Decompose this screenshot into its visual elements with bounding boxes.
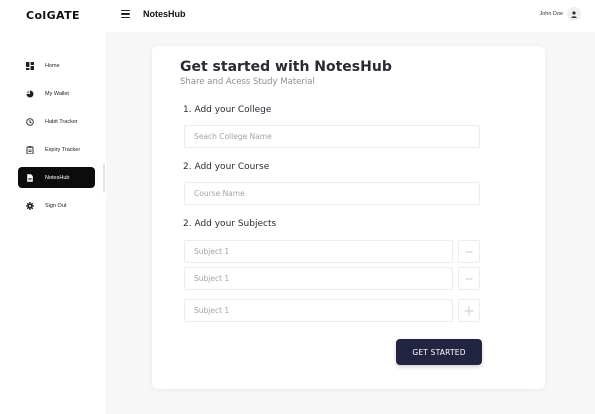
sidebar-item-sign-out[interactable]: Sign Out xyxy=(18,195,95,216)
subjects-label: 2. Add your Subjects xyxy=(183,219,277,229)
course-label: 2. Add your Course xyxy=(183,162,270,172)
sidebar-item-label: Home xyxy=(45,62,60,69)
dashboard-icon xyxy=(26,61,34,70)
sidebar-item-my-wallet[interactable]: My Wallet xyxy=(18,83,95,104)
course-name-input[interactable] xyxy=(184,182,480,205)
sidebar-item-home[interactable]: Home xyxy=(18,55,95,76)
sidebar-scrollbar[interactable] xyxy=(103,163,105,193)
college-search-input[interactable] xyxy=(184,125,480,148)
sidebar-item-label: Habit Tracker xyxy=(45,118,78,125)
top-bar: ColGATE NotesHub John Doe xyxy=(0,0,595,32)
user-menu[interactable]: John Doe xyxy=(539,7,581,21)
sidebar-item-expiry-tracker[interactable]: Expiry Tracker xyxy=(18,139,95,160)
subject-input[interactable] xyxy=(184,267,453,290)
app-logo[interactable]: ColGATE xyxy=(26,9,80,22)
remove-subject-button[interactable] xyxy=(458,267,480,290)
sidebar-item-label: Sign Out xyxy=(45,202,67,209)
minus-icon xyxy=(465,251,473,252)
form-title: Get started with NotesHub xyxy=(180,59,392,75)
clipboard-icon xyxy=(26,145,34,154)
noteshub-form-card: Get started with NotesHub Share and Aces… xyxy=(152,46,545,389)
get-started-button[interactable]: GET STARTED xyxy=(396,339,482,365)
sidebar-item-label: Expiry Tracker xyxy=(45,146,81,153)
subject-input[interactable] xyxy=(184,299,453,322)
plus-icon xyxy=(464,306,474,315)
menu-toggle-icon[interactable] xyxy=(121,10,130,18)
gear-icon xyxy=(26,201,34,210)
college-label: 1. Add your College xyxy=(183,105,272,115)
note-icon xyxy=(26,173,34,182)
minus-icon xyxy=(465,278,473,279)
form-subtitle: Share and Acess Study Material xyxy=(180,77,315,87)
page-title: NotesHub xyxy=(143,9,186,19)
user-name: John Doe xyxy=(539,11,563,17)
subject-input[interactable] xyxy=(184,240,453,263)
sidebar-item-noteshub[interactable]: NotesHub xyxy=(18,167,95,188)
wallet-icon xyxy=(26,90,34,98)
avatar[interactable] xyxy=(567,7,581,21)
sidebar: Home My Wallet Habit Tracker Expiry Trac… xyxy=(0,32,106,414)
clock-icon xyxy=(26,117,34,126)
remove-subject-button[interactable] xyxy=(458,240,480,263)
sidebar-item-label: NotesHub xyxy=(45,174,70,181)
sidebar-item-label: My Wallet xyxy=(45,90,69,97)
add-subject-button[interactable] xyxy=(458,299,480,322)
sidebar-item-habit-tracker[interactable]: Habit Tracker xyxy=(18,111,95,132)
user-icon xyxy=(571,10,577,18)
